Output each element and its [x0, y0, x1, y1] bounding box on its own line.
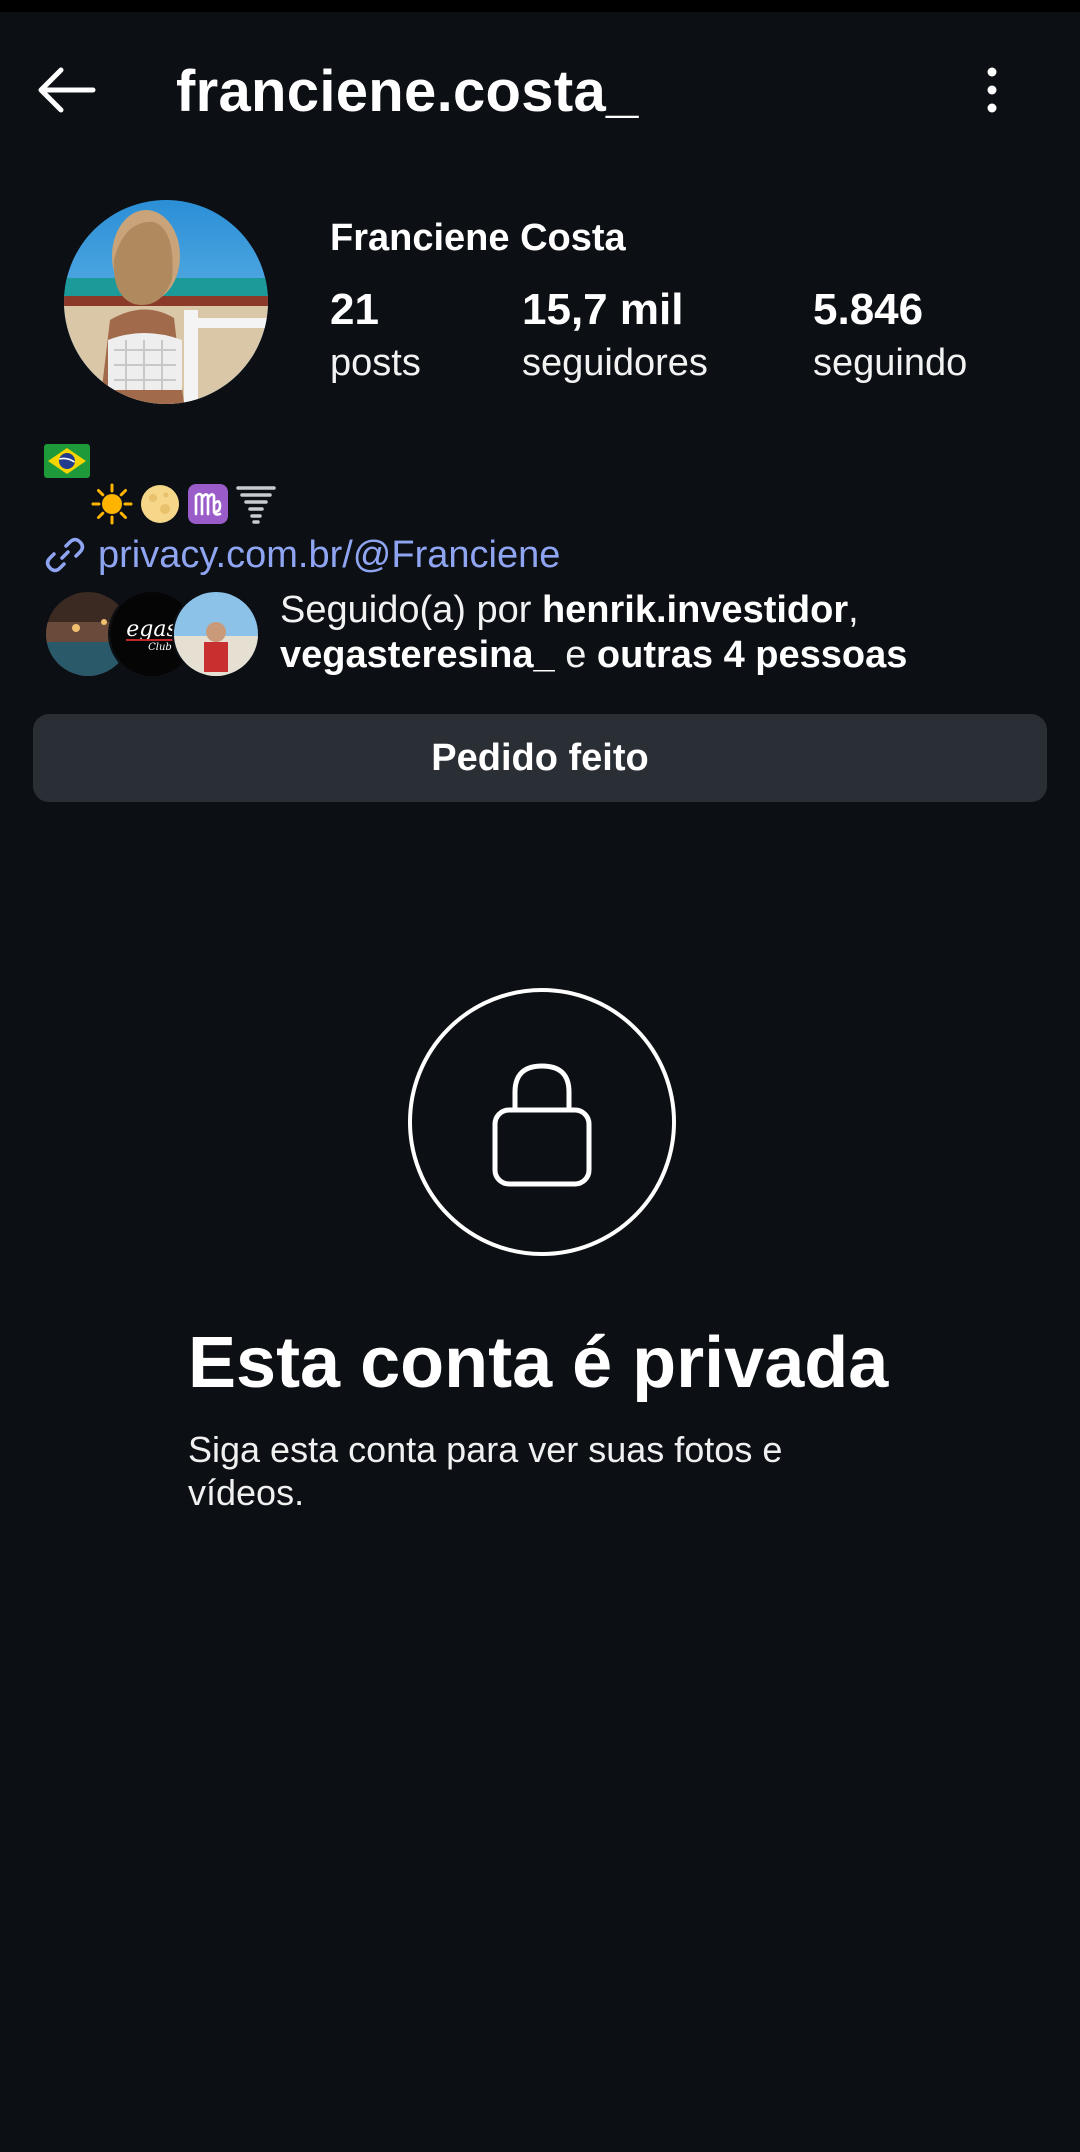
stat-posts-value: 21 — [330, 285, 379, 334]
mutual-followers-avatars[interactable]: egas Club — [44, 590, 260, 678]
followed-connector: e — [554, 634, 597, 676]
brazil-flag-icon — [44, 444, 90, 478]
private-account-title: Esta conta é privada — [188, 1323, 889, 1403]
stat-following[interactable]: 5.846 seguindo — [813, 282, 967, 388]
followed-others: outras 4 pessoas — [596, 634, 908, 676]
private-account-subtitle: Siga esta conta para ver suas fotos e ví… — [188, 1429, 783, 1513]
private-lock-badge — [408, 988, 676, 1256]
more-options-button[interactable] — [960, 56, 1024, 124]
profile-username-title: franciene.costa_ — [176, 59, 639, 124]
stat-posts-label: posts — [330, 342, 421, 384]
stat-following-label: seguindo — [813, 342, 968, 384]
follow-requested-button[interactable]: Pedido feito — [33, 714, 1047, 802]
full-moon-icon — [138, 482, 182, 526]
mutual-followers-text[interactable]: Seguido(a) por henrik.investidor, vegaste… — [280, 588, 1040, 678]
mutual-avatar-2-text-2: Club — [148, 642, 172, 653]
followed-comma: , — [848, 589, 859, 631]
bio-emoji-row — [90, 482, 278, 526]
vertical-dots-icon — [987, 67, 997, 113]
stat-following-value: 5.846 — [813, 285, 924, 334]
mutual-avatar-2-text-1: egas — [126, 617, 178, 642]
followed-user-2: vegasteresina_ — [280, 634, 555, 676]
mutual-avatar-3 — [172, 590, 260, 678]
status-bar — [0, 0, 1080, 12]
arrow-left-icon — [38, 67, 96, 113]
sun-icon — [90, 482, 134, 526]
profile-avatar[interactable] — [64, 200, 268, 404]
back-button[interactable] — [28, 56, 104, 124]
virgo-icon — [186, 482, 230, 526]
stat-followers-value: 15,7 mil — [522, 285, 684, 334]
link-icon — [45, 537, 85, 573]
lock-icon — [492, 1063, 592, 1187]
bio-link-text[interactable]: privacy.com.br/@Franciene — [98, 530, 560, 580]
followed-prefix: Seguido(a) por — [280, 589, 542, 631]
stat-followers[interactable]: 15,7 mil seguidores — [522, 282, 708, 388]
followed-user-1: henrik.investidor — [541, 589, 849, 631]
profile-full-name: Franciene Costa — [330, 217, 626, 259]
bio-link[interactable]: privacy.com.br/@Franciene — [44, 530, 560, 580]
stat-posts[interactable]: 21 posts — [330, 282, 421, 388]
tornado-icon — [234, 482, 278, 526]
stat-followers-label: seguidores — [522, 342, 708, 384]
